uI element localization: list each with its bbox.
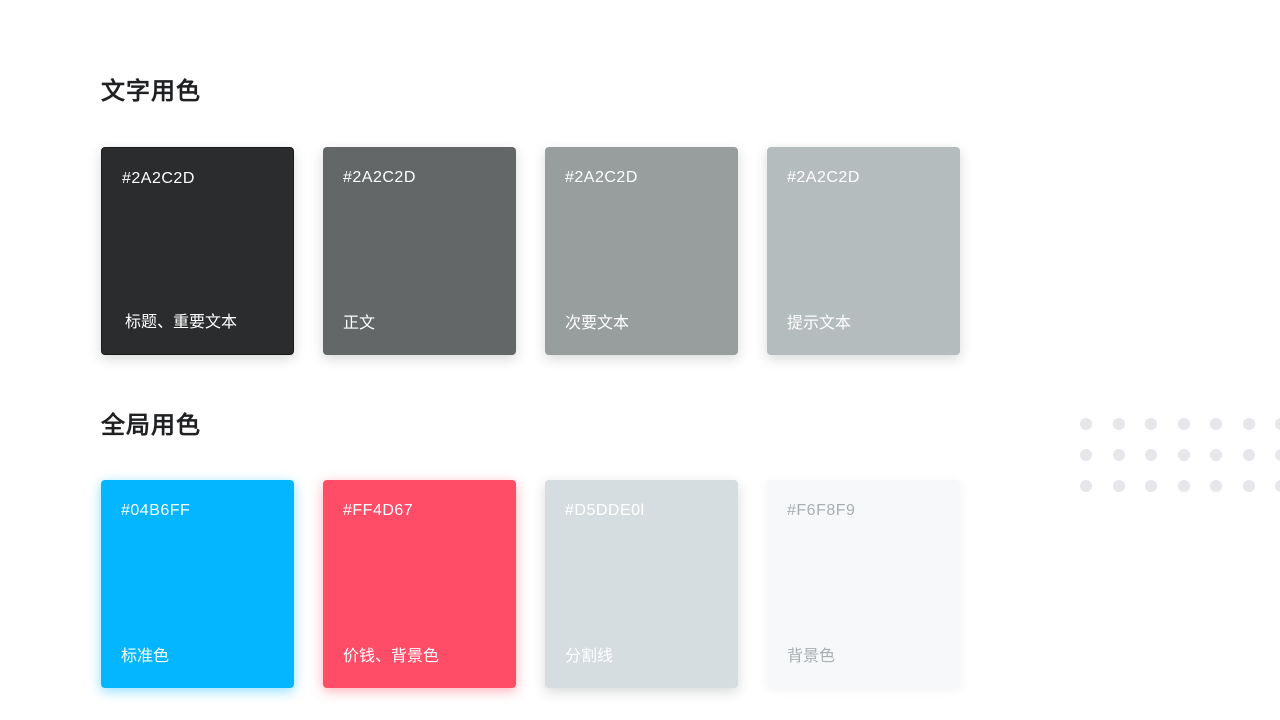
swatch-hex: #F6F8F9	[787, 502, 856, 519]
swatch-divider: #D5DDE0l 分割线	[545, 480, 738, 688]
decorative-dot	[1177, 449, 1190, 461]
decorative-dot	[1177, 418, 1190, 430]
global-color-swatches: #04B6FF 标准色 #FF4D67 价钱、背景色 #D5DDE0l 分割线 …	[101, 480, 960, 688]
decorative-dot	[1145, 449, 1157, 461]
decorative-dot	[1145, 418, 1157, 430]
swatch-hex: #D5DDE0l	[565, 502, 645, 519]
decorative-dot	[1242, 449, 1255, 461]
section-title-global-colors: 全局用色	[101, 411, 201, 439]
decorative-dot	[1080, 480, 1092, 492]
swatch-hex: #2A2C2D	[565, 169, 638, 186]
decorative-dot	[1242, 418, 1255, 430]
decorative-dot	[1112, 480, 1125, 492]
section-title-text-colors: 文字用色	[101, 77, 201, 105]
swatch-label: 价钱、背景色	[343, 646, 440, 665]
swatch-label: 标题、重要文本	[125, 312, 238, 331]
decorative-dot	[1275, 449, 1280, 461]
decorative-dot	[1112, 449, 1125, 461]
swatch-hint-text: #2A2C2D 提示文本	[767, 147, 960, 355]
decorative-dot	[1080, 418, 1092, 430]
decorative-dot	[1080, 449, 1092, 461]
swatch-body-text: #2A2C2D 正文	[323, 147, 516, 355]
decorative-dot	[1177, 480, 1190, 492]
swatch-secondary-text: #2A2C2D 次要文本	[545, 147, 738, 355]
decorative-dot	[1275, 418, 1280, 430]
decorative-dot	[1210, 418, 1222, 430]
decorative-dot	[1112, 418, 1125, 430]
swatch-hex: #FF4D67	[343, 502, 414, 519]
swatch-label: 分割线	[565, 646, 614, 665]
swatch-label: 次要文本	[565, 313, 630, 332]
decorative-dot	[1145, 480, 1157, 492]
decorative-dot	[1275, 480, 1280, 492]
swatch-hex: #2A2C2D	[122, 170, 195, 187]
swatch-hex: #2A2C2D	[343, 169, 416, 186]
decorative-dot	[1242, 480, 1255, 492]
decorative-dot	[1210, 480, 1222, 492]
decorative-dot	[1210, 449, 1222, 461]
swatch-standard: #04B6FF 标准色	[101, 480, 294, 688]
decorative-dot-grid	[1078, 416, 1280, 496]
swatch-price: #FF4D67 价钱、背景色	[323, 480, 516, 688]
swatch-label: 背景色	[787, 646, 836, 665]
swatch-title-text: #2A2C2D 标题、重要文本	[101, 147, 294, 355]
swatch-hex: #04B6FF	[121, 502, 191, 519]
swatch-label: 正文	[343, 313, 376, 332]
swatch-label: 标准色	[121, 646, 170, 665]
color-spec-page: 文字用色 #2A2C2D 标题、重要文本 #2A2C2D 正文 #2A2C2D …	[0, 0, 1280, 720]
text-color-swatches: #2A2C2D 标题、重要文本 #2A2C2D 正文 #2A2C2D 次要文本 …	[101, 147, 960, 355]
swatch-label: 提示文本	[787, 313, 852, 332]
swatch-hex: #2A2C2D	[787, 169, 860, 186]
swatch-background: #F6F8F9 背景色	[767, 480, 960, 688]
